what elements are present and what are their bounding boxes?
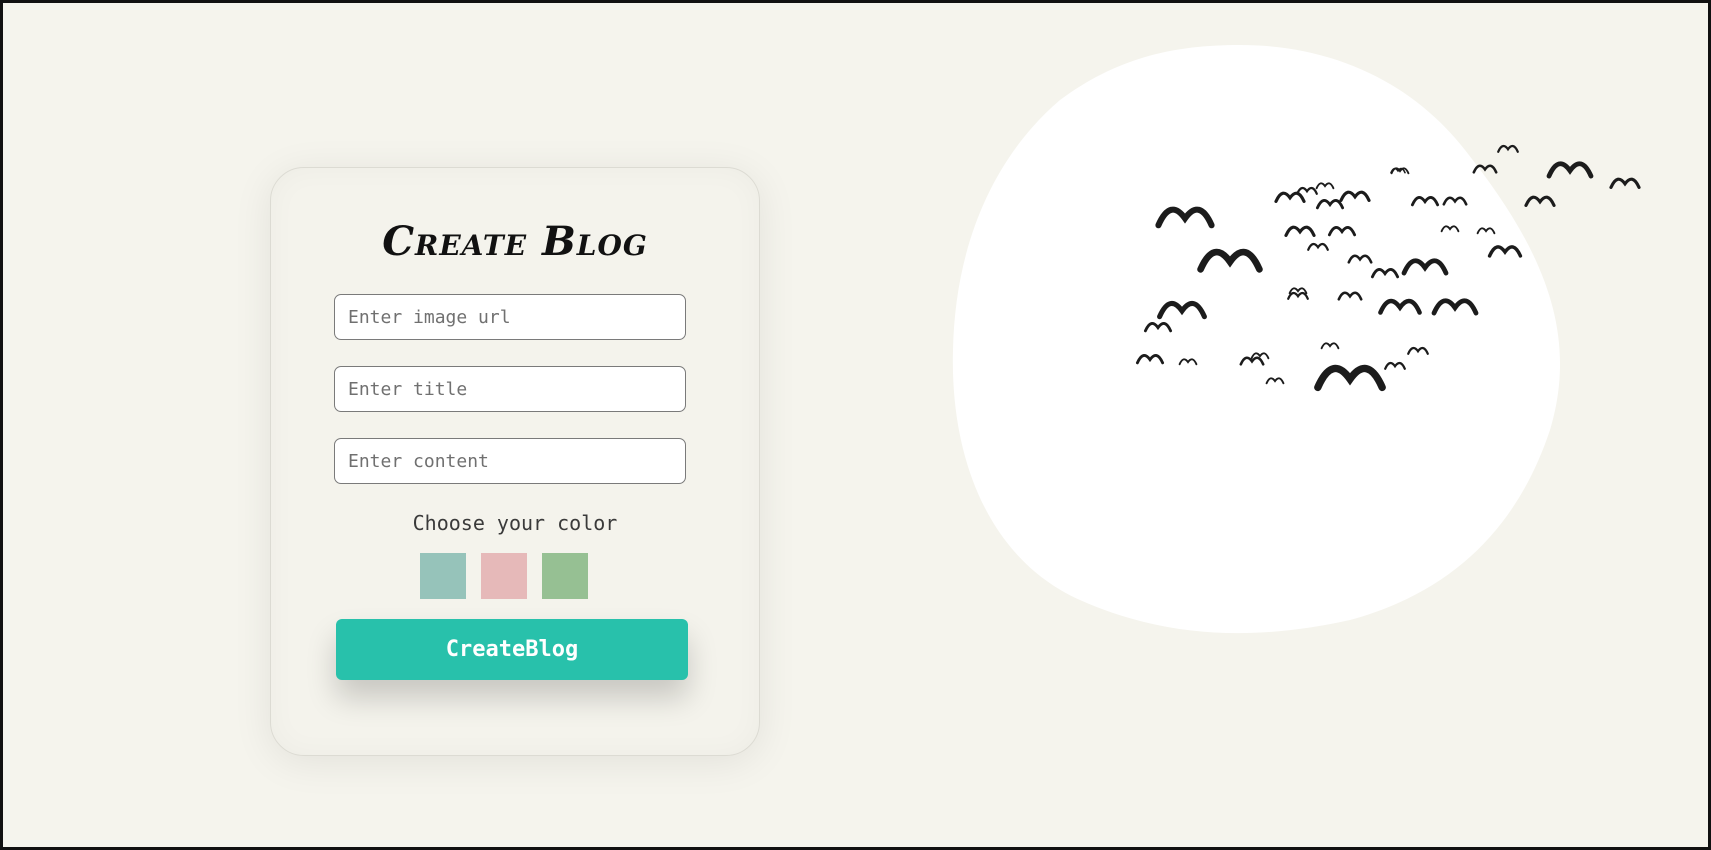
bird-shape [1284, 225, 1316, 237]
bird-shape [1487, 245, 1523, 258]
bird-shape [1476, 227, 1496, 235]
bird-shape [1287, 291, 1309, 300]
form-title: Create Blog [382, 218, 648, 265]
window-frame [0, 0, 1711, 850]
illustration-blob [952, 45, 1561, 634]
bird-shape [1347, 254, 1373, 264]
color-swatch-green[interactable] [542, 553, 588, 599]
bird-shape [1143, 322, 1173, 333]
bird-shape [1274, 191, 1306, 203]
bird-shape [1546, 161, 1594, 179]
bird-shape [1155, 206, 1215, 229]
bird-shape [1307, 242, 1329, 251]
bird-shape [1431, 298, 1479, 316]
bird-shape [1524, 195, 1556, 207]
color-swatches [420, 553, 588, 599]
bird-shape [1265, 377, 1285, 385]
bird-shape [1296, 186, 1318, 195]
bird-shape [1197, 248, 1263, 273]
flock-of-birds-icon [952, 45, 1641, 634]
bird-shape [1327, 226, 1357, 237]
bird-shape [1370, 268, 1400, 279]
bird-shape [1315, 182, 1335, 190]
title-input[interactable] [334, 366, 686, 412]
color-picker-label: Choose your color [412, 511, 618, 535]
image-url-input[interactable] [334, 294, 686, 340]
bird-shape [1135, 354, 1165, 365]
bird-shape [1239, 356, 1265, 366]
bird-shape [1609, 177, 1641, 189]
bird-shape [1440, 225, 1460, 233]
bird-shape [1472, 164, 1498, 174]
bird-shape [1390, 167, 1410, 175]
bird-shape [1288, 287, 1308, 295]
bird-shape [1442, 196, 1468, 206]
bird-shape [1407, 346, 1429, 355]
color-swatch-teal[interactable] [420, 553, 466, 599]
bird-shape [1178, 358, 1198, 366]
content-input[interactable] [334, 438, 686, 484]
bird-shape [1315, 199, 1345, 210]
bird-shape [1250, 352, 1270, 360]
bird-shape [1314, 364, 1386, 392]
bird-shape [1390, 167, 1406, 174]
bird-shape [1384, 361, 1406, 370]
bird-shape [1378, 298, 1422, 315]
bird-shape [1320, 342, 1340, 350]
bird-shape [1339, 190, 1371, 202]
bird-shape [1410, 196, 1440, 207]
create-blog-button[interactable]: CreateBlog [336, 619, 688, 680]
bird-shape [1157, 301, 1207, 320]
bird-shape [1497, 144, 1519, 153]
bird-shape [1337, 291, 1363, 301]
bird-shape [1401, 258, 1449, 276]
create-blog-card: Create Blog Choose your color CreateBlog [270, 167, 760, 756]
birds-group [1135, 144, 1641, 392]
color-swatch-pink[interactable] [481, 553, 527, 599]
